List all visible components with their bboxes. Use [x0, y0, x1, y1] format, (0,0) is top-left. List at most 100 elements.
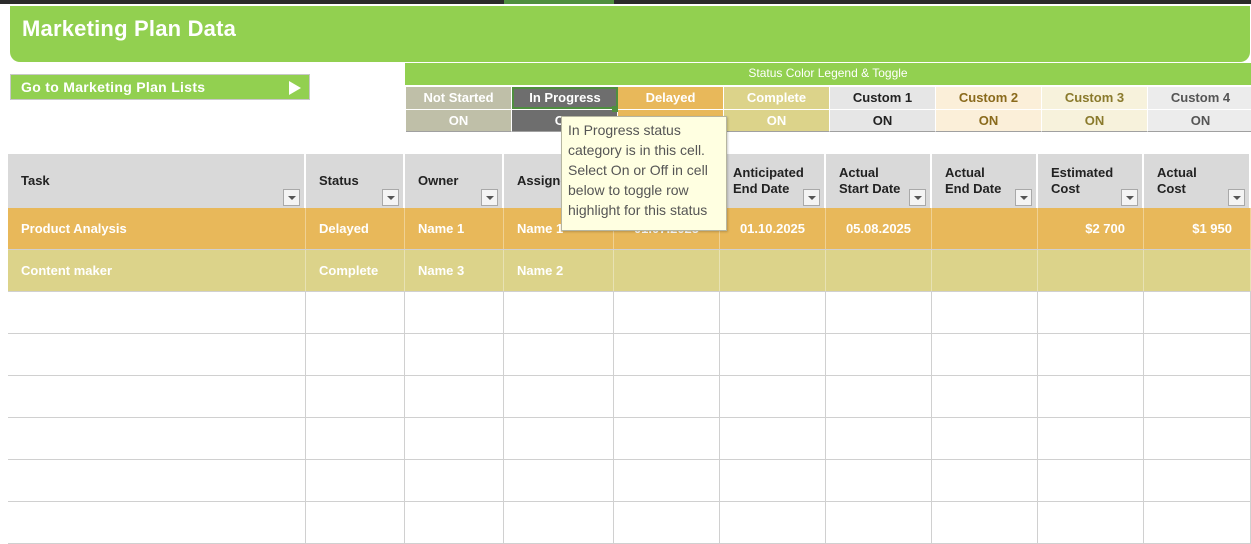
- table-cell[interactable]: Content maker: [8, 250, 306, 291]
- legend-status-5[interactable]: Custom 2: [936, 87, 1042, 109]
- legend-toggle-3[interactable]: ON: [724, 110, 830, 132]
- table-cell[interactable]: [504, 334, 614, 375]
- column-header-label: Estimated: [1051, 165, 1114, 180]
- legend-status-6[interactable]: Custom 3: [1042, 87, 1148, 109]
- table-cell[interactable]: [932, 334, 1038, 375]
- table-cell[interactable]: [1038, 460, 1144, 501]
- table-cell[interactable]: [405, 418, 504, 459]
- table-cell[interactable]: 05.08.2025: [826, 208, 932, 249]
- table-cell[interactable]: [826, 292, 932, 333]
- legend-toggle-4[interactable]: ON: [830, 110, 936, 132]
- table-cell[interactable]: [826, 334, 932, 375]
- table-cell[interactable]: [8, 292, 306, 333]
- table-cell[interactable]: [405, 334, 504, 375]
- legend-status-3[interactable]: Complete: [724, 87, 830, 109]
- column-header-2: Owner: [405, 154, 504, 208]
- table-cell[interactable]: Delayed: [306, 208, 405, 249]
- filter-dropdown-icon[interactable]: [803, 189, 820, 206]
- column-header-label-2: End Date: [945, 181, 1002, 196]
- legend-status-7[interactable]: Custom 4: [1148, 87, 1251, 109]
- table-cell[interactable]: [614, 418, 720, 459]
- table-cell[interactable]: [504, 460, 614, 501]
- table-cell[interactable]: [1038, 376, 1144, 417]
- table-cell[interactable]: [720, 418, 826, 459]
- table-cell[interactable]: [932, 292, 1038, 333]
- table-cell[interactable]: [826, 250, 932, 291]
- filter-dropdown-icon[interactable]: [1121, 189, 1138, 206]
- table-cell[interactable]: [8, 418, 306, 459]
- table-cell[interactable]: [720, 292, 826, 333]
- table-cell[interactable]: [504, 376, 614, 417]
- table-cell[interactable]: [720, 460, 826, 501]
- status-tooltip: In Progress status category is in this c…: [561, 116, 727, 231]
- column-header-label-2: Start Date: [839, 181, 901, 196]
- table-cell[interactable]: [720, 250, 826, 291]
- table-cell[interactable]: [826, 376, 932, 417]
- table-cell[interactable]: Name 2: [504, 250, 614, 291]
- table-cell[interactable]: [614, 292, 720, 333]
- table-cell[interactable]: [504, 292, 614, 333]
- table-cell[interactable]: Product Analysis: [8, 208, 306, 249]
- table-cell[interactable]: [1144, 418, 1251, 459]
- table-cell[interactable]: $2 700: [1038, 208, 1144, 249]
- table-cell[interactable]: [1144, 460, 1251, 501]
- legend-toggle-7[interactable]: ON: [1148, 110, 1251, 132]
- table-cell[interactable]: [614, 460, 720, 501]
- table-cell[interactable]: [306, 334, 405, 375]
- filter-dropdown-icon[interactable]: [283, 189, 300, 206]
- legend-toggle-0[interactable]: ON: [406, 110, 512, 132]
- table-cell[interactable]: [1038, 250, 1144, 291]
- table-cell[interactable]: [405, 376, 504, 417]
- filter-dropdown-icon[interactable]: [1015, 189, 1032, 206]
- play-arrow-icon: [289, 81, 301, 95]
- table-cell[interactable]: Complete: [306, 250, 405, 291]
- goto-lists-button[interactable]: Go to Marketing Plan Lists: [10, 74, 310, 100]
- filter-dropdown-icon[interactable]: [382, 189, 399, 206]
- legend-status-4[interactable]: Custom 1: [830, 87, 936, 109]
- filter-dropdown-icon[interactable]: [1228, 189, 1245, 206]
- table-cell[interactable]: [932, 250, 1038, 291]
- column-header-label: Actual: [1157, 165, 1197, 180]
- filter-dropdown-icon[interactable]: [909, 189, 926, 206]
- table-cell[interactable]: [8, 334, 306, 375]
- legend-toggle-5[interactable]: ON: [936, 110, 1042, 132]
- table-cell[interactable]: [932, 460, 1038, 501]
- table-cell[interactable]: [1144, 250, 1251, 291]
- table-cell[interactable]: $1 950: [1144, 208, 1251, 249]
- table-cell[interactable]: [1144, 292, 1251, 333]
- legend-status-1[interactable]: In Progress: [512, 87, 618, 109]
- table-cell[interactable]: [306, 376, 405, 417]
- legend-status-2[interactable]: Delayed: [618, 87, 724, 109]
- table-cell[interactable]: [306, 418, 405, 459]
- table-cell[interactable]: [8, 460, 306, 501]
- table-cell[interactable]: [306, 292, 405, 333]
- table-cell[interactable]: [932, 376, 1038, 417]
- table-cell[interactable]: [826, 418, 932, 459]
- table-cell[interactable]: [405, 292, 504, 333]
- table-cell[interactable]: [306, 460, 405, 501]
- table-cell[interactable]: [504, 418, 614, 459]
- table-cell[interactable]: [1038, 292, 1144, 333]
- table-cell[interactable]: [614, 334, 720, 375]
- table-cell[interactable]: [8, 376, 306, 417]
- table-cell[interactable]: [826, 460, 932, 501]
- legend-toggle-6[interactable]: ON: [1042, 110, 1148, 132]
- column-header-label-2: Cost: [1157, 181, 1186, 196]
- table-cell[interactable]: [1144, 376, 1251, 417]
- table-cell[interactable]: 01.10.2025: [720, 208, 826, 249]
- table-cell[interactable]: [1038, 418, 1144, 459]
- table-cell[interactable]: [405, 460, 504, 501]
- table-cell[interactable]: Name 3: [405, 250, 504, 291]
- legend-status-0[interactable]: Not Started: [406, 87, 512, 109]
- table-cell[interactable]: [614, 250, 720, 291]
- selected-column-indicator: [504, 0, 614, 4]
- table-cell[interactable]: [1038, 334, 1144, 375]
- table-cell[interactable]: [614, 376, 720, 417]
- table-cell[interactable]: [720, 376, 826, 417]
- table-cell[interactable]: Name 1: [405, 208, 504, 249]
- table-cell[interactable]: [932, 208, 1038, 249]
- table-cell[interactable]: [720, 334, 826, 375]
- table-cell[interactable]: [932, 418, 1038, 459]
- table-cell[interactable]: [1144, 334, 1251, 375]
- filter-dropdown-icon[interactable]: [481, 189, 498, 206]
